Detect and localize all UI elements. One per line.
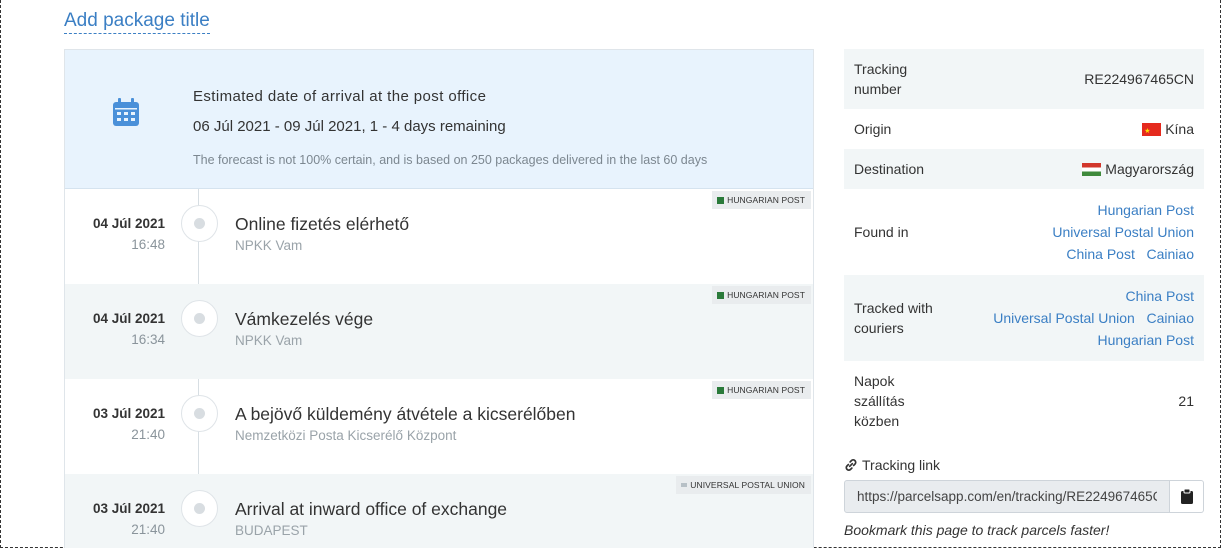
courier-link-universal-postal-union[interactable]: Universal Postal Union bbox=[1052, 224, 1194, 240]
tracking-link-input[interactable] bbox=[844, 480, 1170, 513]
event-location: Nemzetközi Posta Kicserélő Központ bbox=[235, 428, 457, 443]
courier-name: HUNGARIAN POST bbox=[727, 195, 805, 205]
origin-label: Origin bbox=[854, 121, 892, 137]
courier-name: HUNGARIAN POST bbox=[727, 290, 805, 300]
tracked-with-label: Tracked with couriers bbox=[854, 300, 933, 336]
found-in-row: Found in Hungarian Post Universal Postal… bbox=[844, 189, 1204, 275]
event-title: Online fizetés elérhető bbox=[235, 214, 410, 234]
event-location: BUDAPEST bbox=[235, 523, 308, 538]
event-date: 04 Júl 2021 bbox=[92, 311, 165, 326]
eta-forecast-note: The forecast is not 100% certain, and is… bbox=[193, 153, 708, 167]
courier-badge: HUNGARIAN POST bbox=[712, 286, 811, 304]
destination-country: Magyarország bbox=[1105, 161, 1194, 177]
tracking-number-value: RE224967465CN bbox=[1084, 71, 1194, 87]
timeline-event: 04 Júl 2021 16:48 Online fizetés elérhet… bbox=[65, 189, 813, 284]
hungarian-post-logo-icon bbox=[717, 196, 725, 204]
courier-badge: HUNGARIAN POST bbox=[712, 381, 811, 399]
tracked-with-row: Tracked with couriers China Post Univers… bbox=[844, 275, 1204, 361]
courier-link-universal-postal-union[interactable]: Universal Postal Union bbox=[993, 310, 1135, 326]
timeline-event: 03 Júl 2021 21:40 Arrival at inward offi… bbox=[65, 474, 813, 548]
destination-row: Destination Magyarország bbox=[844, 149, 1204, 189]
event-time: 21:40 bbox=[131, 427, 165, 442]
timeline-dot bbox=[181, 490, 218, 527]
courier-link-china-post[interactable]: China Post bbox=[1126, 288, 1194, 304]
china-flag-icon bbox=[1142, 121, 1162, 143]
tracked-with-list: China Post Universal Postal Union Cainia… bbox=[993, 285, 1194, 351]
event-title: A bejövő küldemény átvétele a kicserélőb… bbox=[235, 404, 576, 424]
event-time: 21:40 bbox=[131, 522, 165, 537]
event-date: 04 Júl 2021 bbox=[92, 216, 165, 231]
tracking-number-label: Tracking number bbox=[854, 61, 908, 97]
timeline-dot bbox=[181, 395, 218, 432]
add-package-title-link[interactable]: Add package title bbox=[64, 10, 210, 34]
courier-link-cainiao[interactable]: Cainiao bbox=[1147, 246, 1194, 262]
hungary-flag-icon bbox=[1082, 163, 1102, 176]
event-location: NPKK Vam bbox=[235, 333, 303, 348]
tracking-number-row: Tracking number RE224967465CN bbox=[844, 49, 1204, 109]
event-date: 03 Júl 2021 bbox=[92, 501, 165, 516]
hungarian-post-logo-icon bbox=[717, 386, 725, 394]
destination-value: Magyarország bbox=[1082, 158, 1194, 180]
event-date: 03 Júl 2021 bbox=[92, 406, 165, 421]
calendar-icon bbox=[113, 98, 139, 126]
clipboard-icon bbox=[1180, 489, 1193, 504]
timeline-dot bbox=[181, 205, 218, 242]
days-in-transit-label: Napok szállítás közben bbox=[854, 373, 905, 429]
tracking-link-label: Tracking link bbox=[862, 457, 941, 473]
event-time: 16:48 bbox=[131, 237, 165, 252]
event-location: NPKK Vam bbox=[235, 238, 303, 253]
eta-date-range: 06 Júl 2021 - 09 Júl 2021, 1 - 4 days re… bbox=[193, 118, 506, 135]
tracking-timeline-panel: Estimated date of arrival at the post of… bbox=[64, 49, 814, 548]
courier-link-cainiao[interactable]: Cainiao bbox=[1147, 310, 1194, 326]
days-in-transit-row: Napok szállítás közben 21 bbox=[844, 361, 1204, 441]
hungarian-post-logo-icon bbox=[717, 291, 725, 299]
eta-title: Estimated date of arrival at the post of… bbox=[193, 88, 487, 105]
courier-name: HUNGARIAN POST bbox=[727, 385, 805, 395]
courier-badge: HUNGARIAN POST bbox=[712, 191, 811, 209]
event-title: Arrival at inward office of exchange bbox=[235, 499, 508, 519]
event-title: Vámkezelés vége bbox=[235, 309, 374, 329]
courier-link-hungarian-post[interactable]: Hungarian Post bbox=[1097, 202, 1194, 218]
bookmark-hint: Bookmark this page to track parcels fast… bbox=[844, 522, 1110, 538]
courier-badge: UNIVERSAL POSTAL UNION bbox=[676, 476, 811, 494]
link-icon bbox=[845, 459, 857, 471]
days-in-transit-value: 21 bbox=[1178, 393, 1194, 409]
upu-logo-icon bbox=[681, 483, 688, 487]
courier-link-hungarian-post[interactable]: Hungarian Post bbox=[1097, 332, 1194, 348]
timeline-event: 03 Júl 2021 21:40 A bejövő küldemény átv… bbox=[65, 379, 813, 474]
found-in-list: Hungarian Post Universal Postal Union Ch… bbox=[1052, 199, 1194, 265]
found-in-label: Found in bbox=[854, 224, 909, 240]
courier-name: UNIVERSAL POSTAL UNION bbox=[690, 480, 805, 490]
event-time: 16:34 bbox=[131, 332, 165, 347]
copy-link-button[interactable] bbox=[1170, 480, 1204, 513]
tracking-link-group bbox=[844, 480, 1204, 513]
timeline-dot bbox=[181, 300, 218, 337]
timeline-event: 04 Júl 2021 16:34 Vámkezelés vége NPKK V… bbox=[65, 284, 813, 379]
origin-row: Origin Kína bbox=[844, 109, 1204, 149]
eta-banner: Estimated date of arrival at the post of… bbox=[65, 50, 813, 189]
tracking-link-heading: Tracking link bbox=[844, 457, 940, 473]
origin-value: Kína bbox=[1142, 118, 1194, 143]
destination-label: Destination bbox=[854, 161, 925, 177]
courier-link-china-post[interactable]: China Post bbox=[1066, 246, 1134, 262]
origin-country: Kína bbox=[1165, 121, 1194, 137]
package-info-table: Tracking number RE224967465CN Origin Kín… bbox=[844, 49, 1204, 441]
